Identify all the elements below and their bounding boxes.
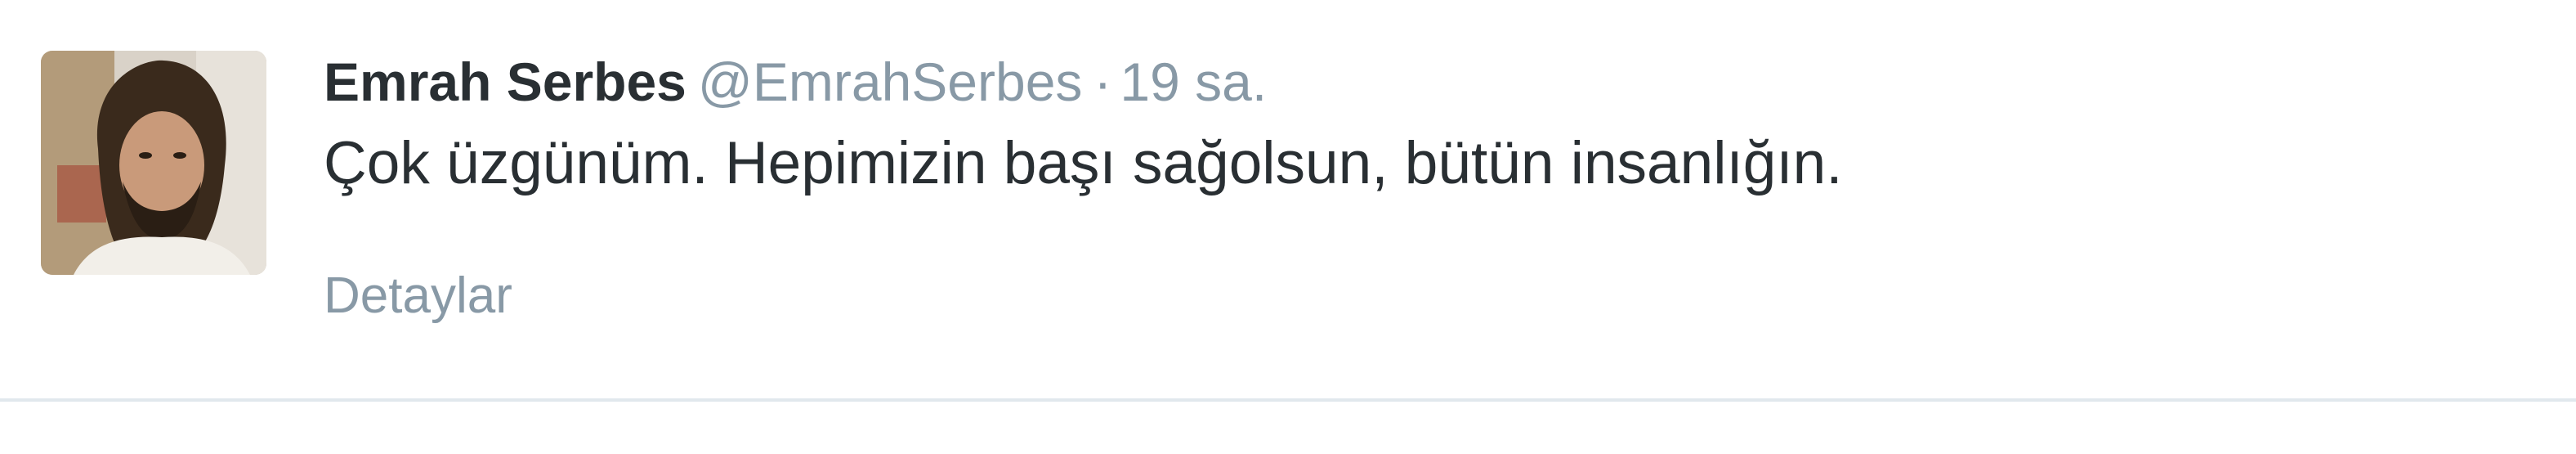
tweet: Emrah Serbes @EmrahSerbes · 19 sa. Çok üzgü… (0, 0, 2576, 398)
separator-dot: · (1093, 52, 1112, 112)
tweet-timestamp[interactable]: 19 sa. (1120, 52, 1267, 112)
avatar-photo (41, 51, 266, 275)
author-username[interactable]: @EmrahSerbes (698, 52, 1083, 112)
tweet-content: Emrah Serbes @EmrahSerbes · 19 sa. Çok üzgü… (324, 43, 2543, 206)
tweet-text: Çok üzgünüm. Hepimizin başı sağolsun, bü… (324, 130, 1843, 196)
avatar[interactable] (41, 51, 266, 275)
author-fullname[interactable]: Emrah Serbes (324, 52, 686, 112)
tweet-header: Emrah Serbes @EmrahSerbes · 19 sa. (324, 43, 2543, 121)
details-link[interactable]: Detaylar (324, 263, 512, 329)
tweet-divider (0, 398, 2576, 402)
